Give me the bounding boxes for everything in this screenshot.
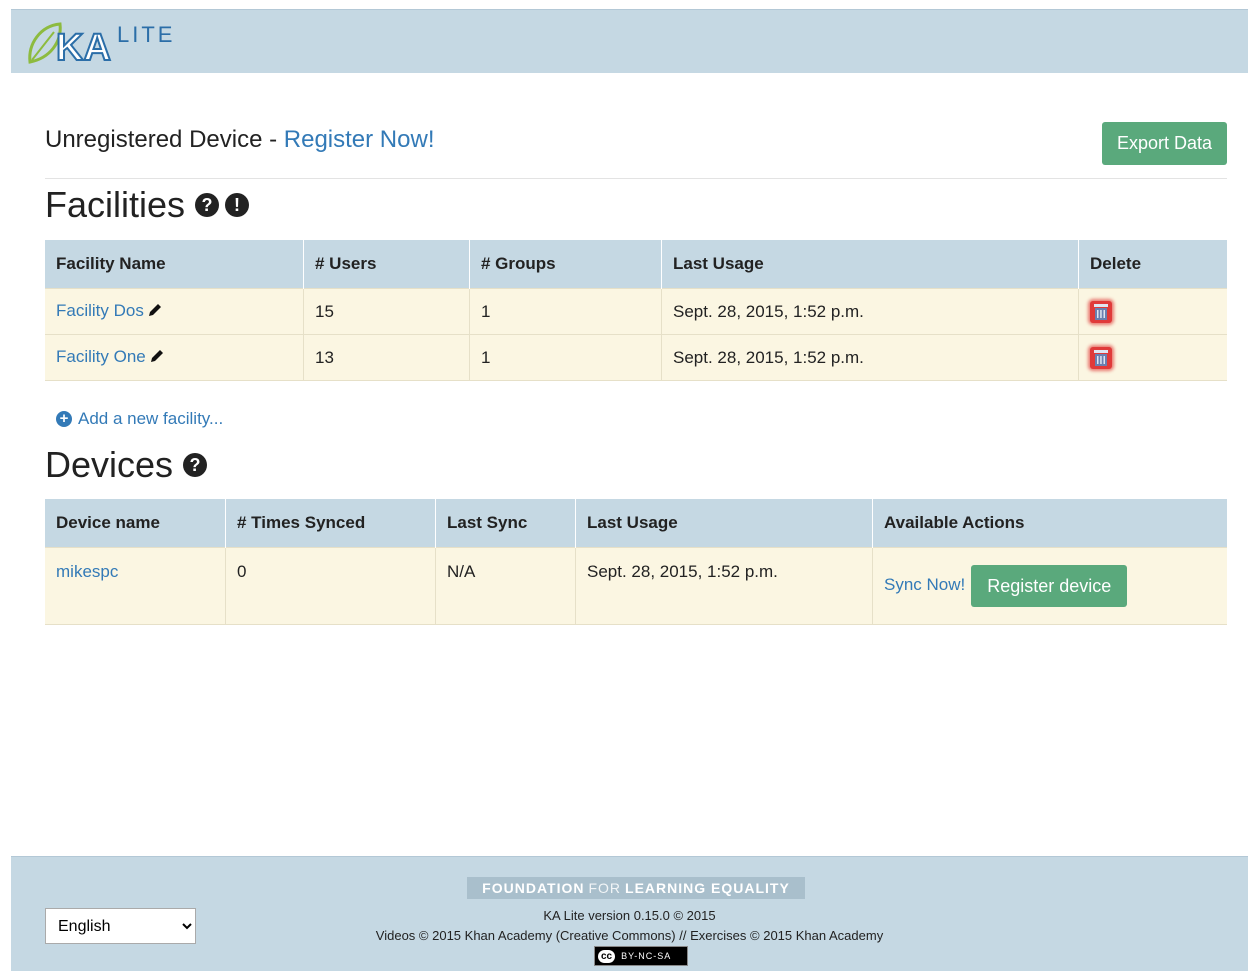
facility-link[interactable]: Facility One — [56, 347, 146, 366]
col-users: # Users — [303, 240, 470, 289]
fle-part3: LEARNING EQUALITY — [625, 880, 790, 896]
logo-lite-text: LITE — [117, 22, 176, 47]
delete-cell — [1078, 288, 1227, 335]
top-header: KA LITE — [11, 9, 1248, 73]
col-last-usage: Last Usage — [575, 499, 873, 548]
table-row: mikespc 0 N/A Sept. 28, 2015, 1:52 p.m. … — [45, 547, 1227, 625]
credits-text: Videos © 2015 Khan Academy (Creative Com… — [375, 928, 884, 943]
question-circle-icon[interactable]: ? — [183, 453, 208, 477]
fle-logo[interactable]: FOUNDATION FOR LEARNING EQUALITY — [467, 877, 805, 899]
col-last-sync: Last Sync — [435, 499, 576, 548]
col-available-actions: Available Actions — [872, 499, 1227, 548]
fle-part1: FOUNDATION — [482, 880, 585, 896]
table-row: Facility Dos 15 1 Sept. 28, 2015, 1:52 p… — [45, 288, 1227, 335]
col-delete: Delete — [1078, 240, 1227, 289]
pencil-icon[interactable] — [147, 302, 163, 323]
last-usage-cell: Sept. 28, 2015, 1:52 p.m. — [661, 334, 1079, 381]
pencil-icon[interactable] — [149, 348, 165, 369]
add-facility-link[interactable]: + Add a new facility... — [56, 409, 223, 429]
svg-text:KA: KA — [56, 27, 111, 66]
facility-name-cell: Facility Dos — [45, 288, 304, 335]
actions-cell: Sync Now! Register device — [872, 547, 1227, 625]
version-text: KA Lite version 0.15.0 © 2015 — [543, 908, 716, 923]
ka-lite-logo[interactable]: KA LITE — [26, 18, 226, 66]
register-device-button[interactable]: Register device — [971, 565, 1128, 607]
device-name-cell: mikespc — [45, 547, 226, 625]
exclamation-circle-icon[interactable]: ! — [225, 193, 250, 217]
device-link[interactable]: mikespc — [56, 562, 118, 581]
plus-circle-icon: + — [56, 411, 72, 427]
groups-cell: 1 — [469, 334, 662, 381]
col-times-synced: # Times Synced — [225, 499, 436, 548]
registration-prefix: Unregistered Device - — [45, 126, 284, 153]
fle-part2: FOR — [588, 880, 622, 896]
devices-title: Devices — [45, 444, 174, 485]
trash-icon[interactable] — [1090, 346, 1112, 369]
last-usage-cell: Sept. 28, 2015, 1:52 p.m. — [575, 547, 873, 625]
question-circle-icon[interactable]: ? — [195, 193, 220, 217]
devices-table: Device name # Times Synced Last Sync Las… — [45, 499, 1227, 625]
last-sync-cell: N/A — [435, 547, 576, 625]
trash-icon[interactable] — [1090, 300, 1112, 323]
license-text: BY-NC-SA — [621, 951, 672, 961]
last-usage-cell: Sept. 28, 2015, 1:52 p.m. — [661, 288, 1079, 335]
col-device-name: Device name — [45, 499, 226, 548]
devices-heading: Devices ? — [45, 444, 208, 486]
add-facility-label: Add a new facility... — [78, 409, 224, 428]
facilities-table: Facility Name # Users # Groups Last Usag… — [45, 240, 1227, 381]
register-now-link[interactable]: Register Now! — [284, 126, 435, 153]
facility-name-cell: Facility One — [45, 334, 304, 381]
col-groups: # Groups — [469, 240, 662, 289]
leaf-icon: KA — [28, 22, 112, 66]
times-synced-cell: 0 — [225, 547, 436, 625]
export-data-button[interactable]: Export Data — [1102, 122, 1227, 165]
delete-cell — [1078, 334, 1227, 381]
users-cell: 15 — [303, 288, 470, 335]
sync-now-link[interactable]: Sync Now! — [884, 575, 965, 594]
table-row: Facility One 13 1 Sept. 28, 2015, 1:52 p… — [45, 334, 1227, 381]
users-cell: 13 — [303, 334, 470, 381]
col-last-usage: Last Usage — [661, 240, 1079, 289]
facilities-title: Facilities — [45, 184, 186, 225]
facilities-heading: Facilities ? ! — [45, 184, 250, 226]
col-facility-name: Facility Name — [45, 240, 304, 289]
cc-icon: cc — [598, 949, 616, 963]
groups-cell: 1 — [469, 288, 662, 335]
footer: English FOUNDATION FOR LEARNING EQUALITY… — [11, 856, 1248, 971]
divider — [45, 178, 1227, 179]
registration-status: Unregistered Device - Register Now! — [45, 126, 434, 154]
cc-license-badge[interactable]: cc BY-NC-SA — [594, 946, 688, 966]
facility-link[interactable]: Facility Dos — [56, 301, 144, 320]
